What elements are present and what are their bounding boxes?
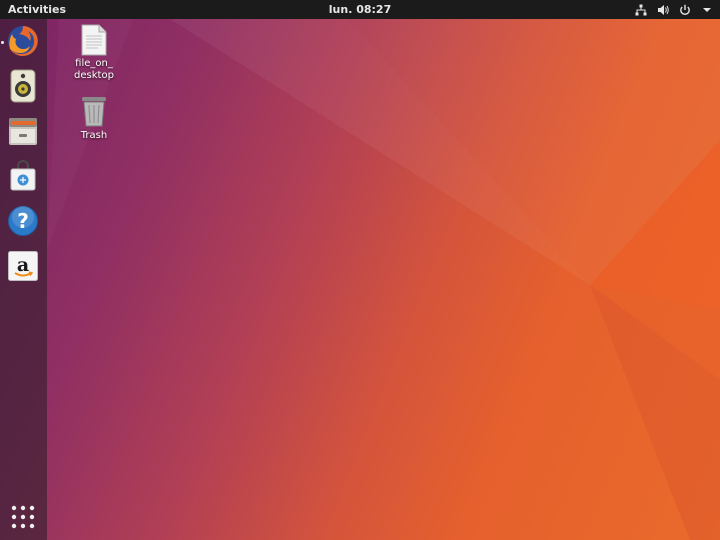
dock-item-rhythmbox[interactable] — [5, 68, 41, 104]
grid-icon — [11, 505, 35, 529]
power-icon[interactable] — [678, 3, 692, 17]
firefox-icon — [8, 26, 38, 56]
trash-icon — [82, 97, 106, 127]
dock-item-help[interactable]: ? — [5, 203, 41, 239]
activities-button[interactable]: Activities — [8, 3, 66, 16]
svg-text:a: a — [17, 254, 29, 276]
speaker-icon — [10, 69, 36, 103]
dock-item-firefox[interactable] — [5, 23, 41, 59]
shopping-bag-icon — [10, 160, 36, 191]
show-applications-button[interactable] — [5, 499, 41, 535]
chevron-down-icon[interactable] — [700, 3, 714, 17]
dock-item-software[interactable] — [5, 158, 41, 194]
network-icon[interactable] — [634, 3, 648, 17]
desktop-icon-trash[interactable]: Trash — [59, 95, 129, 142]
dock: ? a — [0, 19, 47, 540]
amazon-icon: a — [8, 251, 38, 281]
desktop-icon-file[interactable]: file_on_ desktop — [59, 24, 129, 82]
system-tray[interactable] — [634, 2, 714, 17]
dock-item-amazon[interactable]: a — [5, 248, 41, 284]
desktop-icon-label: file_on_ desktop — [74, 58, 114, 81]
top-bar: Activities lun. 08:27 — [0, 0, 720, 19]
question-mark-icon: ? — [8, 206, 38, 236]
document-icon — [81, 24, 107, 56]
clock-button[interactable]: lun. 08:27 — [329, 3, 391, 16]
desktop-icon-label: Trash — [80, 130, 108, 141]
volume-icon[interactable] — [656, 3, 670, 17]
dock-item-files[interactable] — [5, 113, 41, 149]
running-indicator — [1, 41, 4, 44]
file-cabinet-icon — [9, 118, 37, 145]
svg-text:?: ? — [17, 209, 29, 233]
clock-container: lun. 08:27 — [0, 3, 720, 16]
